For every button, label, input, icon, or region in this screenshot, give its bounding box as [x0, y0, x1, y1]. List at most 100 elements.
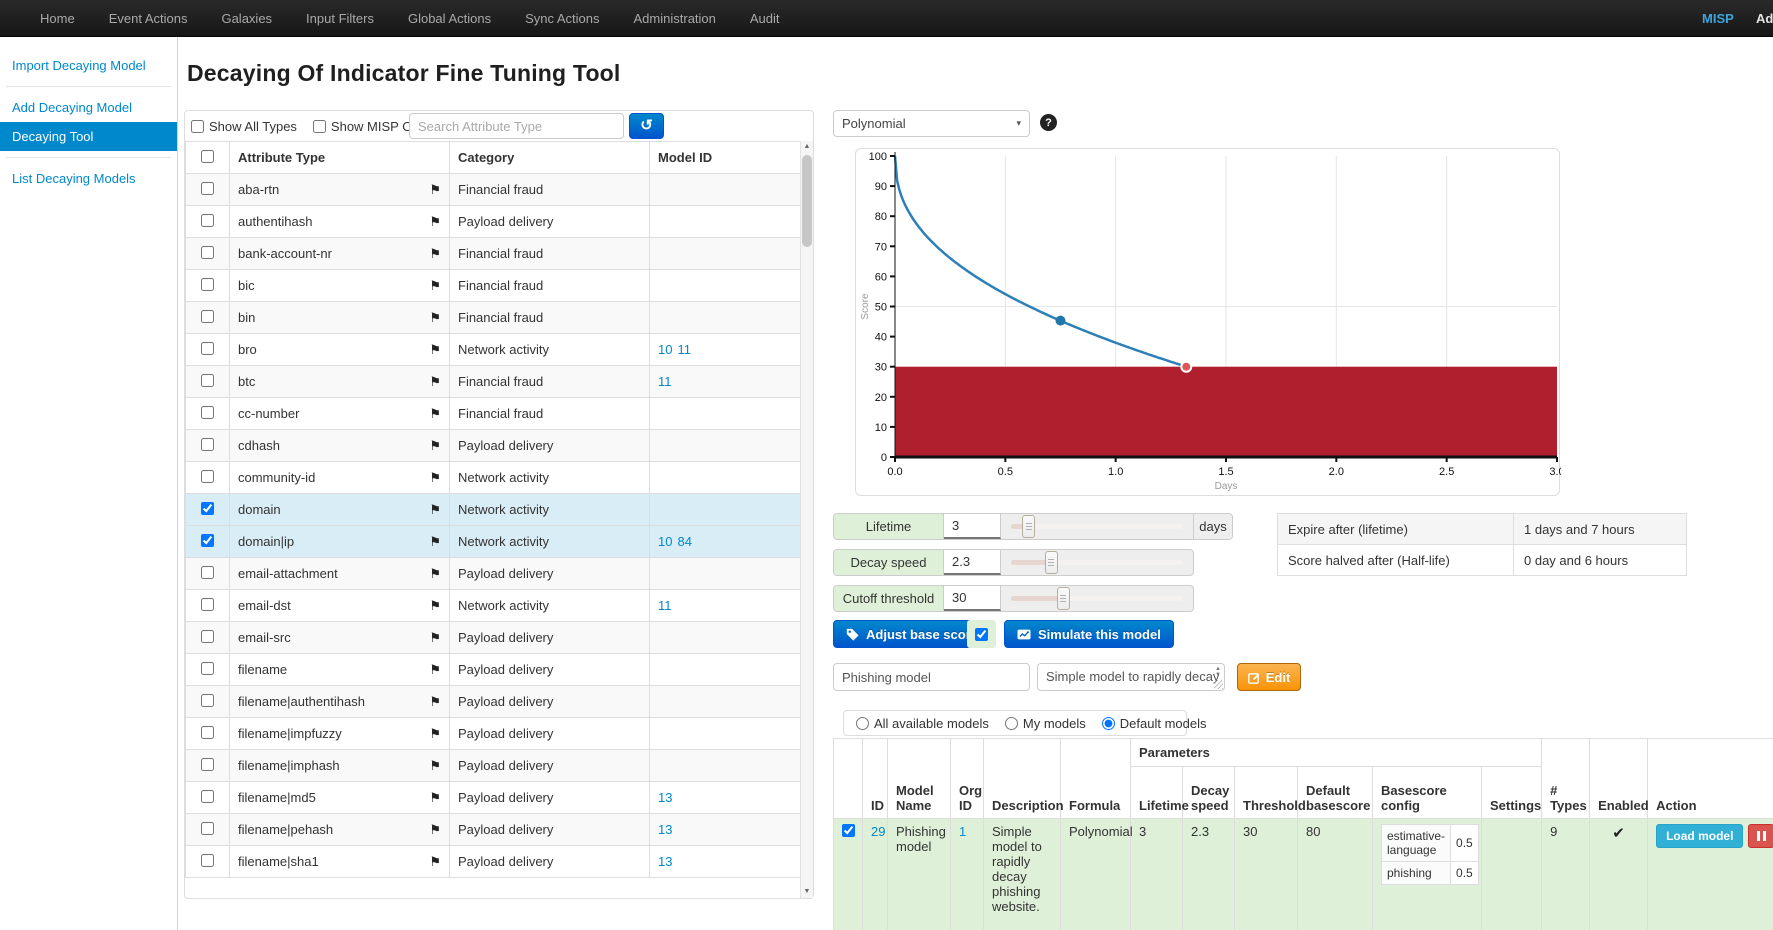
load-model-button[interactable]: Load model [1656, 824, 1743, 848]
flag-icon[interactable]: ⚑ [429, 822, 441, 838]
row-checkbox-bin[interactable] [201, 310, 214, 323]
sidebar-item-add-decaying-model[interactable]: Add Decaying Model [0, 93, 177, 122]
flag-icon[interactable]: ⚑ [429, 534, 441, 550]
sidebar-item-decaying-tool[interactable]: Decaying Tool [0, 122, 177, 151]
nav-item-sync-actions[interactable]: Sync Actions [508, 0, 616, 37]
flag-icon[interactable]: ⚑ [429, 694, 441, 710]
search-attribute-input[interactable] [409, 113, 624, 139]
decay-speed-slider[interactable] [1001, 550, 1193, 575]
nav-item-galaxies[interactable]: Galaxies [204, 0, 289, 37]
radio-option-all-available-models[interactable]: All available models [856, 716, 989, 731]
edit-model-button[interactable]: Edit [1237, 663, 1301, 691]
nav-item-global-actions[interactable]: Global Actions [391, 0, 508, 37]
nav-item-input-filters[interactable]: Input Filters [289, 0, 391, 37]
flag-icon[interactable]: ⚑ [429, 790, 441, 806]
nav-item-administration[interactable]: Administration [617, 0, 733, 37]
model-description-textarea[interactable]: Simple model to rapidly decay ▲▼ [1037, 663, 1225, 691]
adjust-base-score-checkbox[interactable] [975, 628, 988, 641]
row-checkbox-bic[interactable] [201, 278, 214, 291]
row-checkbox-aba-rtn[interactable] [201, 182, 214, 195]
flag-icon[interactable]: ⚑ [429, 310, 441, 326]
my-models-radio[interactable] [1005, 717, 1018, 730]
all-available-models-radio[interactable] [856, 717, 869, 730]
row-checkbox-filename-sha1[interactable] [201, 854, 214, 867]
row-checkbox-authentihash[interactable] [201, 214, 214, 227]
flag-icon[interactable]: ⚑ [429, 502, 441, 518]
formula-select[interactable]: Polynomial ▾ [833, 110, 1030, 137]
refresh-button[interactable]: ↺ [629, 113, 664, 139]
flag-icon[interactable]: ⚑ [429, 374, 441, 390]
model-id-link-11[interactable]: 11 [658, 374, 672, 389]
row-checkbox-cdhash[interactable] [201, 438, 214, 451]
flag-icon[interactable]: ⚑ [429, 182, 441, 198]
row-checkbox-filename-md5[interactable] [201, 790, 214, 803]
model-id-link-13[interactable]: 13 [658, 854, 672, 869]
flag-icon[interactable]: ⚑ [429, 630, 441, 646]
flag-icon[interactable]: ⚑ [429, 246, 441, 262]
scroll-up-icon[interactable]: ▲ [801, 141, 813, 153]
model-row-checkbox[interactable] [842, 824, 855, 837]
lifetime-slider-handle[interactable] [1022, 515, 1035, 538]
row-checkbox-bro[interactable] [201, 342, 214, 355]
row-checkbox-community-id[interactable] [201, 470, 214, 483]
model-id-link-11[interactable]: 11 [677, 342, 691, 357]
cutoff-threshold-value-input[interactable] [944, 586, 1001, 611]
flag-icon[interactable]: ⚑ [429, 598, 441, 614]
resize-grip-icon[interactable] [1214, 680, 1223, 689]
flag-icon[interactable]: ⚑ [429, 726, 441, 742]
default-models-radio[interactable] [1102, 717, 1115, 730]
flag-icon[interactable]: ⚑ [429, 854, 441, 870]
model-id-link-10[interactable]: 10 [658, 534, 672, 549]
row-checkbox-filename[interactable] [201, 662, 214, 675]
model-id-link-84[interactable]: 84 [677, 534, 691, 549]
model-id-link-13[interactable]: 13 [658, 822, 672, 837]
flag-icon[interactable]: ⚑ [429, 470, 441, 486]
row-checkbox-domain-ip[interactable] [201, 534, 214, 547]
flag-icon[interactable]: ⚑ [429, 438, 441, 454]
model-name-input[interactable] [833, 663, 1030, 691]
nav-item-event-actions[interactable]: Event Actions [92, 0, 205, 37]
row-checkbox-cc-number[interactable] [201, 406, 214, 419]
row-checkbox-btc[interactable] [201, 374, 214, 387]
radio-option-default-models[interactable]: Default models [1102, 716, 1207, 731]
flag-icon[interactable]: ⚑ [429, 758, 441, 774]
cutoff-point[interactable] [1181, 362, 1191, 372]
show-all-types-toggle[interactable]: Show All Types [191, 119, 297, 134]
flag-icon[interactable]: ⚑ [429, 406, 441, 422]
lifetime-value-input[interactable] [944, 514, 1001, 539]
row-checkbox-filename-imphash[interactable] [201, 758, 214, 771]
model-id-link-11[interactable]: 11 [658, 598, 672, 613]
flag-icon[interactable]: ⚑ [429, 566, 441, 582]
decay-speed-value-input[interactable] [944, 550, 1001, 575]
textarea-scroll-icons[interactable]: ▲▼ [1215, 666, 1221, 678]
flag-icon[interactable]: ⚑ [429, 214, 441, 230]
cutoff-threshold-slider-handle[interactable] [1057, 587, 1070, 610]
flag-icon[interactable]: ⚑ [429, 278, 441, 294]
select-all-checkbox[interactable] [201, 150, 214, 163]
org-id-link[interactable]: 1 [959, 824, 966, 839]
row-checkbox-filename-impfuzzy[interactable] [201, 726, 214, 739]
misp-brand-link[interactable]: MISP [1702, 0, 1734, 37]
pause-model-button[interactable] [1748, 824, 1773, 848]
row-checkbox-email-dst[interactable] [201, 598, 214, 611]
nav-item-audit[interactable]: Audit [733, 0, 797, 37]
radio-option-my-models[interactable]: My models [1005, 716, 1086, 731]
show-all-types-checkbox[interactable] [191, 120, 204, 133]
current-score-point[interactable] [1056, 316, 1066, 326]
model-id-link[interactable]: 29 [871, 824, 885, 839]
row-checkbox-filename-pehash[interactable] [201, 822, 214, 835]
lifetime-slider[interactable] [1001, 514, 1193, 539]
show-misp-objects-checkbox[interactable] [313, 120, 326, 133]
decay-speed-slider-handle[interactable] [1045, 551, 1058, 574]
row-checkbox-bank-account-nr[interactable] [201, 246, 214, 259]
help-icon[interactable]: ? [1040, 114, 1057, 131]
nav-item-home[interactable]: Home [23, 0, 92, 37]
model-id-link-13[interactable]: 13 [658, 790, 672, 805]
cutoff-threshold-slider[interactable] [1001, 586, 1193, 611]
row-checkbox-email-attachment[interactable] [201, 566, 214, 579]
row-checkbox-email-src[interactable] [201, 630, 214, 643]
flag-icon[interactable]: ⚑ [429, 342, 441, 358]
slider-track[interactable] [1011, 524, 1183, 529]
simulate-model-button[interactable]: Simulate this model [1004, 620, 1174, 648]
flag-icon[interactable]: ⚑ [429, 662, 441, 678]
